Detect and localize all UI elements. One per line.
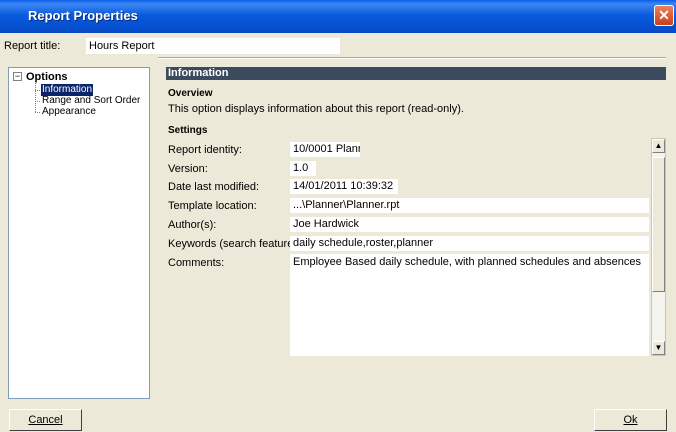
title-bar[interactable]: Report Properties ✕ (0, 0, 676, 33)
settings-scrollbar[interactable]: ▲ ▼ (651, 138, 666, 356)
panel-header: Information (166, 67, 666, 80)
version-field[interactable]: 1.0 (290, 161, 316, 176)
authors-field[interactable]: Joe Hardwick (290, 217, 649, 232)
settings-heading: Settings (168, 125, 208, 136)
cancel-button[interactable]: Cancel (9, 409, 82, 431)
report-properties-dialog: Report Properties ✕ Report title: − Opti… (0, 0, 676, 432)
close-icon[interactable]: ✕ (654, 5, 674, 26)
scroll-thumb[interactable] (652, 157, 665, 292)
template-location-label: Template location: (168, 200, 257, 212)
report-title-input[interactable] (86, 38, 340, 54)
overview-heading: Overview (168, 88, 213, 99)
keywords-field[interactable]: daily schedule,roster,planner (290, 236, 649, 251)
report-identity-label: Report identity: (168, 144, 242, 156)
options-tree[interactable]: − Options Information Range and Sort Ord… (8, 67, 150, 399)
ok-button-label: Ok (623, 414, 638, 426)
scroll-down-icon[interactable]: ▼ (652, 341, 665, 355)
date-modified-field[interactable]: 14/01/2011 10:39:32 (290, 179, 398, 194)
collapse-icon[interactable]: − (13, 72, 22, 81)
keywords-label: Keywords (search feature): (168, 238, 301, 250)
report-title-label: Report title: (4, 40, 61, 52)
date-modified-label: Date last modified: (168, 181, 260, 193)
comments-label: Comments: (168, 257, 225, 269)
comments-field[interactable]: Employee Based daily schedule, with plan… (290, 254, 649, 356)
tree-connector (35, 83, 36, 112)
tree-root-options[interactable]: Options (26, 71, 68, 83)
overview-text: This option displays information about t… (168, 103, 464, 115)
tree-connector (35, 112, 40, 113)
report-identity-field[interactable]: 10/0001 Plann (290, 142, 360, 157)
template-location-field[interactable]: ...\Planner\Planner.rpt (290, 198, 649, 213)
scroll-up-icon[interactable]: ▲ (652, 139, 665, 153)
version-label: Version: (168, 163, 208, 175)
header-separator (158, 57, 666, 59)
authors-label: Author(s): (168, 219, 217, 231)
tree-connector (35, 90, 40, 91)
window-title: Report Properties (28, 8, 138, 23)
tree-item-appearance[interactable]: Appearance (41, 106, 97, 118)
ok-button[interactable]: Ok (594, 409, 667, 431)
cancel-button-label: Cancel (28, 414, 63, 426)
tree-connector (35, 101, 40, 102)
